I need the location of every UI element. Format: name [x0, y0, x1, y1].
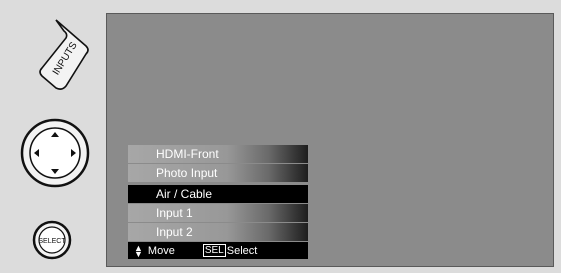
tv-input-help-frame: INPUTS SELECT HDMI-Front Photo Input Air…: [0, 0, 561, 273]
menu-item-input-1[interactable]: Input 1: [128, 204, 308, 222]
select-button-label: SELECT: [38, 238, 66, 245]
menu-item-input-2[interactable]: Input 2: [128, 223, 308, 241]
move-hint: Move: [147, 244, 175, 257]
menu-item-air-cable[interactable]: Air / Cable: [128, 185, 308, 203]
menu-item-hdmi-front[interactable]: HDMI-Front: [128, 145, 308, 163]
select-hint: Select: [226, 244, 258, 257]
up-down-arrows-icon: ▲ ▼: [134, 242, 143, 259]
select-button[interactable]: SELECT: [32, 220, 72, 260]
menu-item-photo-input[interactable]: Photo Input: [128, 164, 308, 182]
input-menu: HDMI-Front Photo Input Air / Cable Input…: [128, 145, 312, 259]
directional-pad[interactable]: [20, 118, 90, 188]
inputs-button[interactable]: INPUTS: [38, 18, 90, 92]
remote-control-panel: INPUTS SELECT: [0, 0, 100, 273]
menu-footer: ▲ ▼ Move SEL Select: [128, 242, 308, 259]
sel-key-icon: SEL: [202, 244, 226, 257]
